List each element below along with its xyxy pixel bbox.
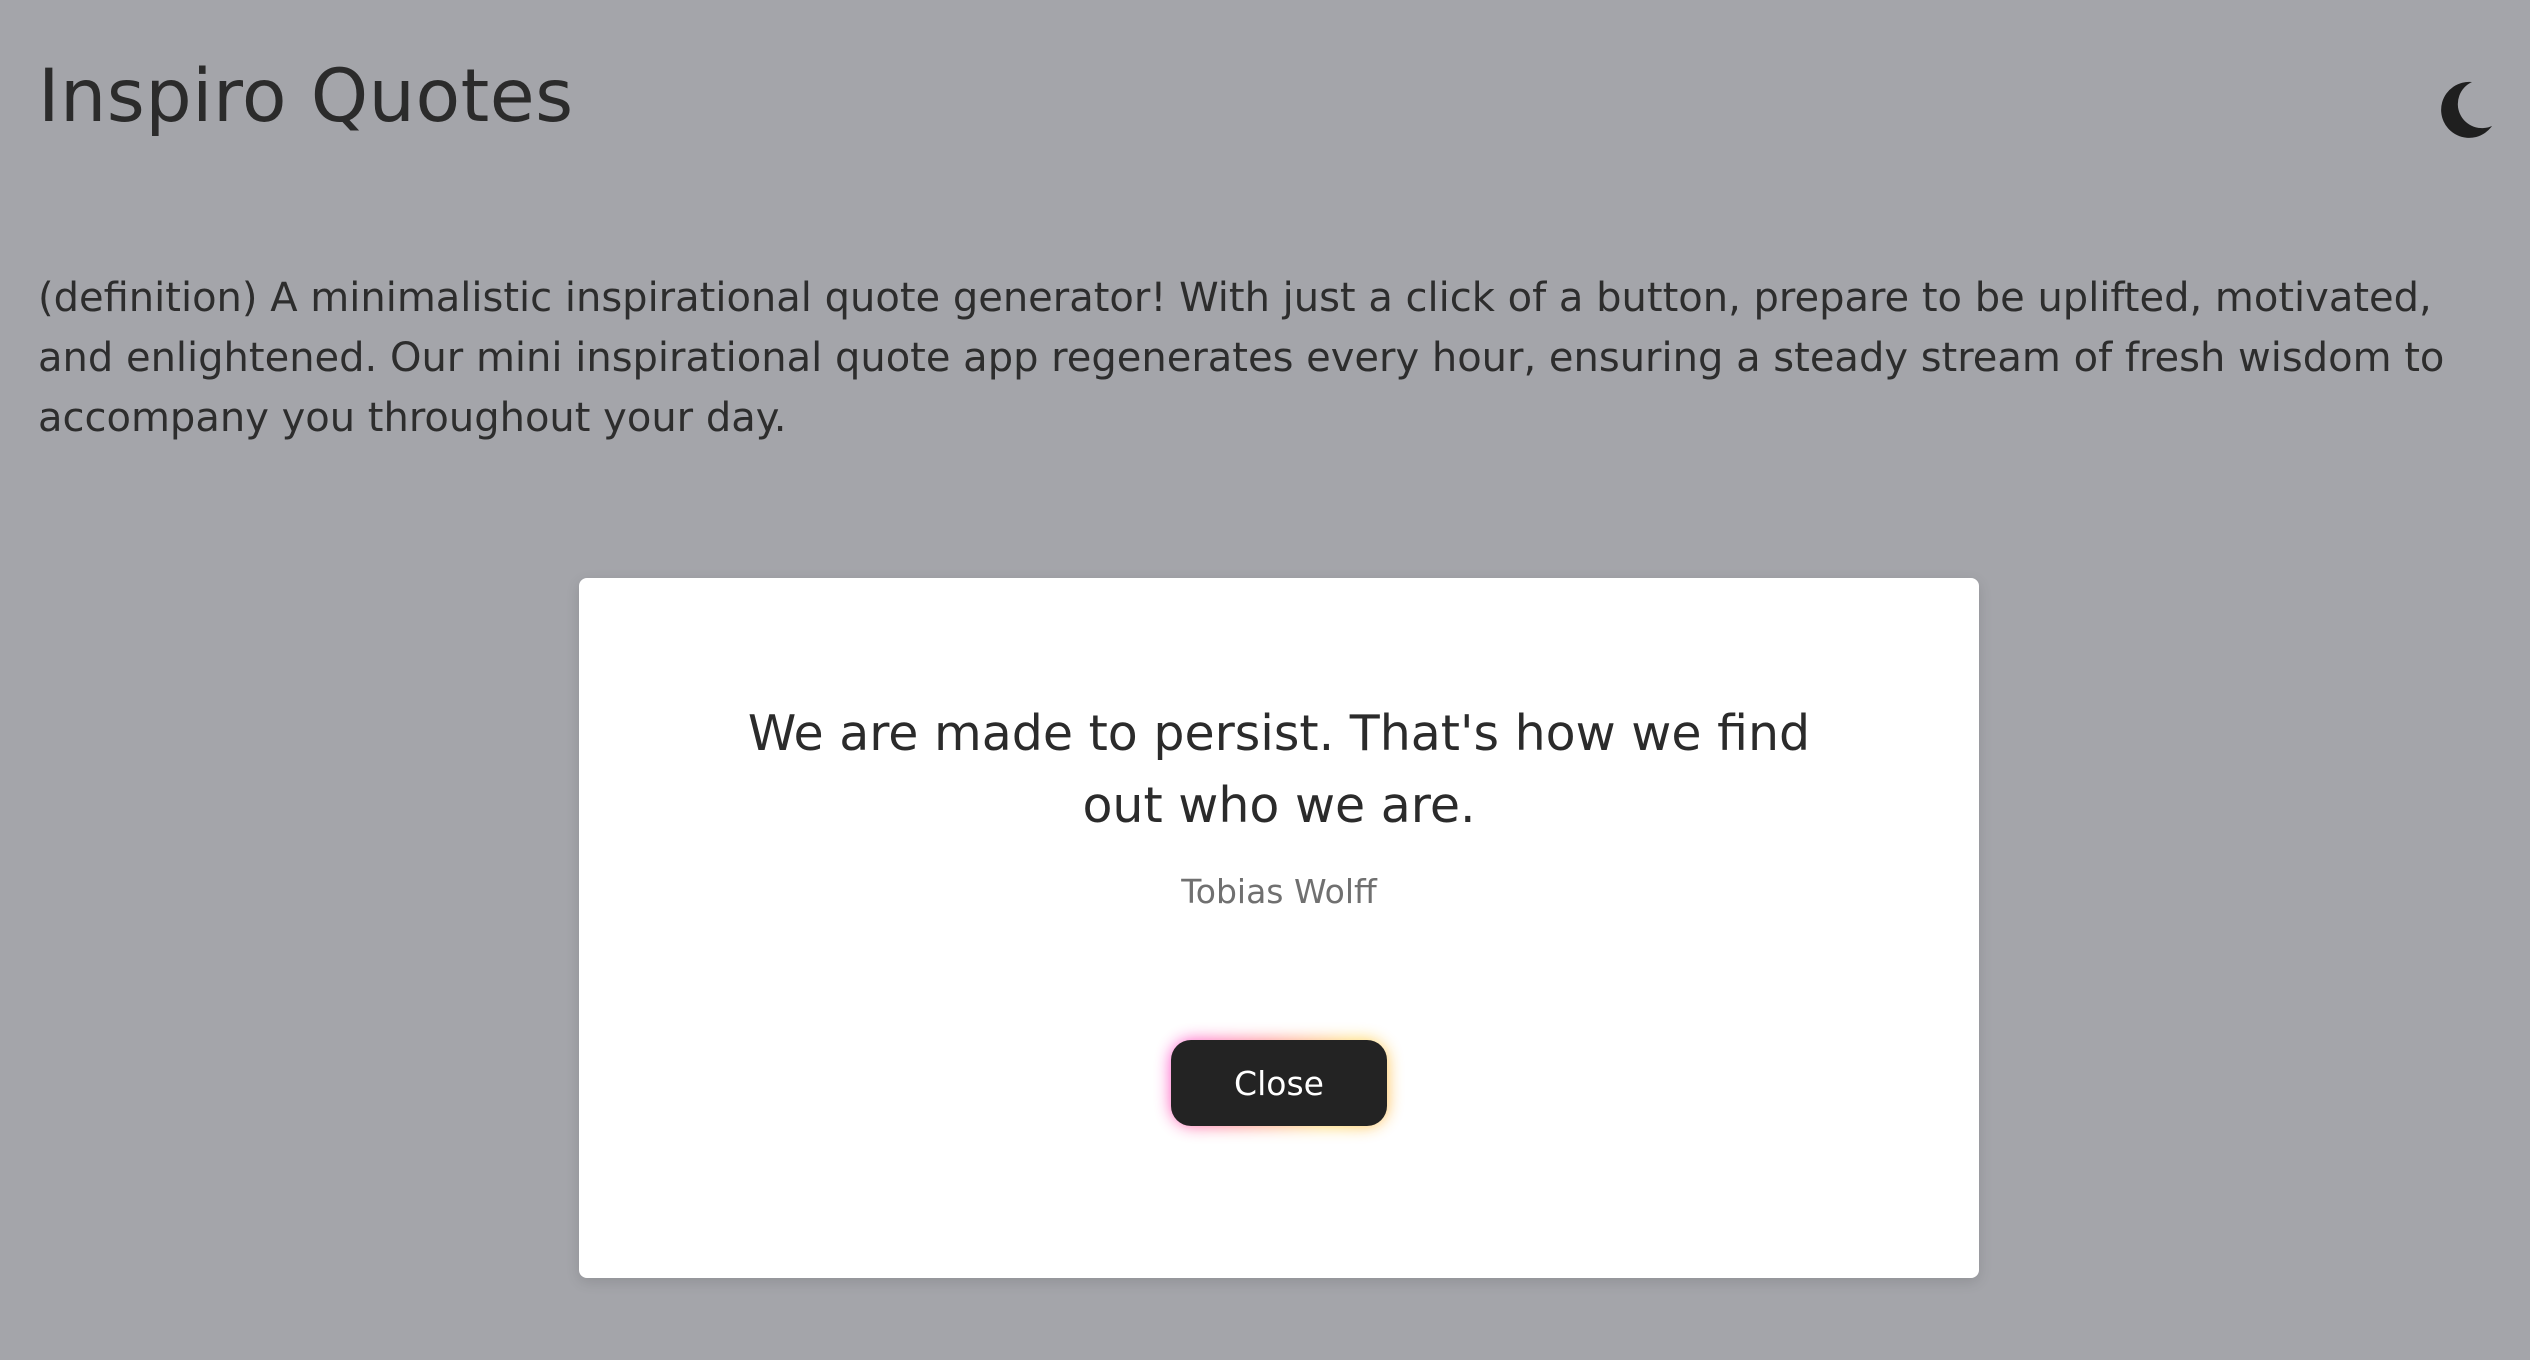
quote-author: Tobias Wolff (1181, 872, 1377, 911)
close-button[interactable]: Close (1171, 1040, 1387, 1126)
header: Inspiro Quotes (38, 46, 2492, 156)
moon-icon (2432, 76, 2498, 142)
quote-text: We are made to persist. That's how we fi… (747, 705, 1811, 834)
theme-toggle-button[interactable] (2432, 76, 2498, 142)
app-title: Inspiro Quotes (38, 54, 574, 139)
app-description: (definition) A minimalistic inspirationa… (38, 275, 2445, 441)
quote-modal: We are made to persist. That's how we fi… (579, 578, 1979, 1278)
